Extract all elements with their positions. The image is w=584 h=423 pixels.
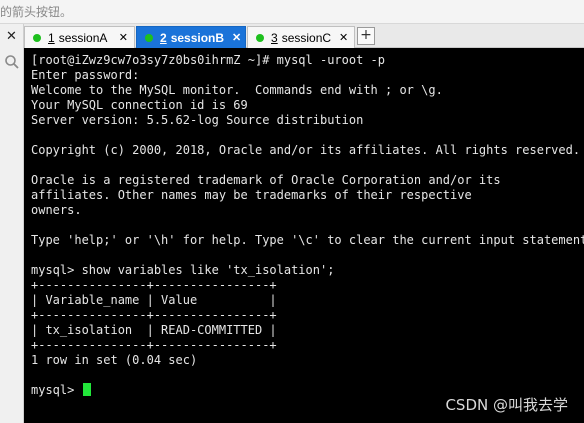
tab-number: 1	[48, 30, 55, 45]
terminal-line: Server version: 5.5.62-log Source distri…	[31, 113, 364, 127]
session-status-icon	[145, 33, 153, 42]
terminal-line: Welcome to the MySQL monitor. Commands e…	[31, 83, 443, 97]
session-status-icon	[256, 33, 264, 42]
terminal-line: Type 'help;' or '\h' for help. Type '\c'…	[31, 233, 584, 247]
session-tab-bar: 1 sessionA ✕ 2 sessionB ✕ 3 sessionC ✕ +	[24, 24, 584, 48]
terminal-output[interactable]: [root@iZwz9cw7o3sy7z0bs0ihrmZ ~]# mysql …	[24, 48, 584, 423]
terminal-lines: [root@iZwz9cw7o3sy7z0bs0ihrmZ ~]# mysql …	[31, 53, 584, 383]
tab-session-a[interactable]: 1 sessionA ✕	[24, 26, 135, 48]
tab-label: sessionB	[170, 30, 225, 45]
left-panel: ✕	[0, 24, 24, 423]
terminal-line: +---------------+----------------+	[31, 338, 277, 352]
terminal-line: Oracle is a registered trademark of Orac…	[31, 173, 501, 187]
session-status-icon	[33, 33, 41, 42]
tab-session-b[interactable]: 2 sessionB ✕	[136, 26, 246, 48]
tab-close-icon[interactable]: ✕	[232, 32, 241, 44]
terminal-line: Copyright (c) 2000, 2018, Oracle and/or …	[31, 143, 581, 157]
tab-label: sessionA	[58, 30, 108, 45]
tab-number: 3	[271, 30, 278, 45]
add-tab-button[interactable]: +	[357, 27, 375, 45]
terminal-line: +---------------+----------------+	[31, 308, 277, 322]
terminal-line: affiliates. Other names may be trademark…	[31, 188, 472, 202]
close-icon[interactable]: ✕	[6, 30, 17, 44]
terminal-line: owners.	[31, 203, 82, 217]
tab-label: sessionC	[281, 30, 332, 45]
terminal-line: 1 row in set (0.04 sec)	[31, 353, 198, 367]
terminal-line: +---------------+----------------+	[31, 278, 277, 292]
top-hint-text: 的箭头按钮。	[0, 5, 73, 19]
top-strip: 的箭头按钮。	[0, 0, 584, 24]
terminal-line: | tx_isolation | READ-COMMITTED |	[31, 323, 277, 337]
mysql-prompt: mysql>	[31, 383, 82, 397]
tab-session-c[interactable]: 3 sessionC ✕	[247, 26, 355, 48]
terminal-line: [root@iZwz9cw7o3sy7z0bs0ihrmZ ~]# mysql …	[31, 53, 386, 67]
watermark: CSDN @叫我去学	[445, 396, 568, 414]
tab-close-icon[interactable]: ✕	[339, 32, 348, 44]
terminal-line: Your MySQL connection id is 69	[31, 98, 248, 112]
search-icon[interactable]	[4, 54, 20, 70]
terminal-line: | Variable_name | Value |	[31, 293, 277, 307]
tab-close-icon[interactable]: ✕	[119, 32, 128, 44]
terminal-line: mysql> show variables like 'tx_isolation…	[31, 263, 335, 277]
tab-number: 2	[160, 30, 167, 45]
terminal-cursor	[82, 383, 91, 396]
terminal-line: Enter password:	[31, 68, 140, 82]
